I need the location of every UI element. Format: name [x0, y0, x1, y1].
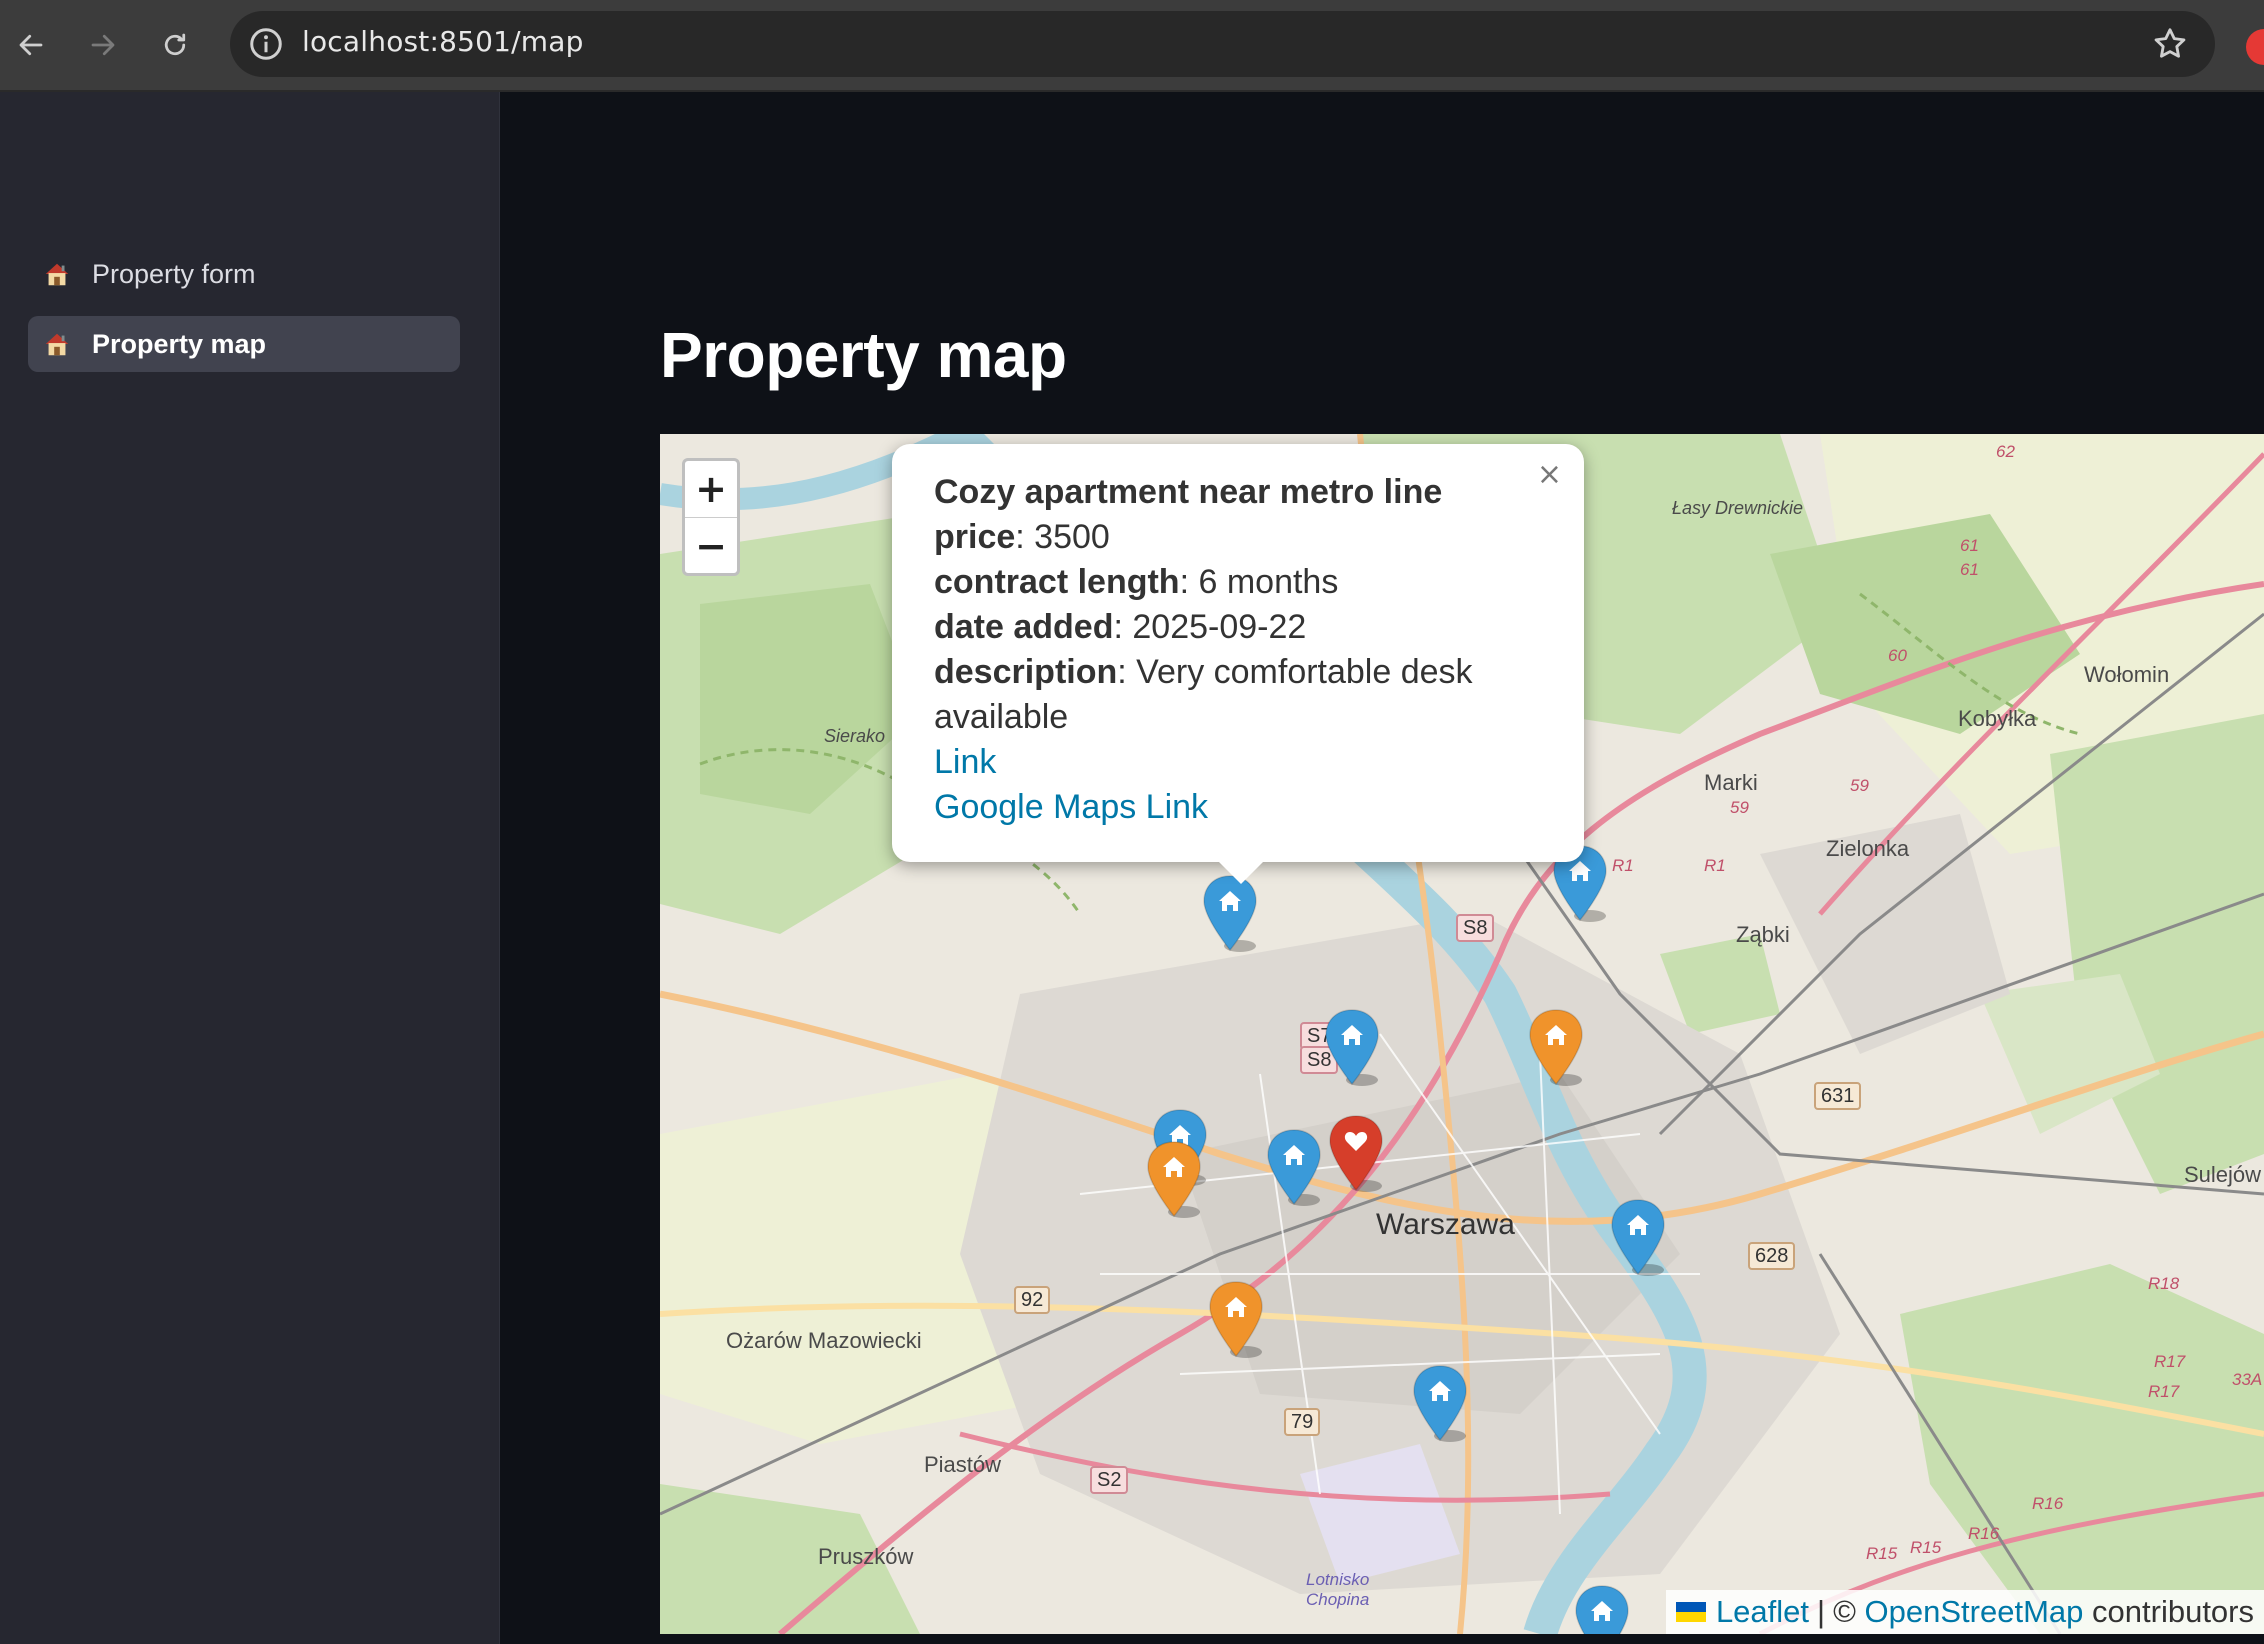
field-value: 6 months — [1198, 563, 1339, 601]
house-icon — [45, 333, 69, 356]
road-label: 33A — [2232, 1370, 2263, 1389]
map-marker[interactable] — [1572, 1584, 1632, 1634]
reload-icon — [164, 33, 186, 56]
osm-link[interactable]: OpenStreetMap — [1865, 1590, 2084, 1634]
road-label: R17 — [2148, 1382, 2180, 1401]
road-label: 60 — [1888, 646, 1907, 665]
road-label: 61 — [1960, 536, 1979, 555]
back-button[interactable] — [8, 22, 54, 68]
map-marker[interactable] — [1322, 1008, 1382, 1088]
road-label: 59 — [1850, 776, 1869, 795]
road-label: R16 — [1968, 1524, 2000, 1543]
road-label: R18 — [2148, 1274, 2180, 1293]
sidebar-item-property-form[interactable]: Property form — [28, 246, 460, 302]
map-label: Warszawa — [1376, 1208, 1515, 1241]
field-key: contract length — [934, 563, 1180, 601]
map-label: Łasy Drewnickie — [1672, 498, 1804, 518]
map-label: Marki — [1704, 770, 1758, 795]
field-key: date added — [934, 608, 1114, 646]
ukraine-flag-icon — [1675, 1602, 1706, 1622]
road-shield: 631 — [1814, 1082, 1862, 1110]
field-key: price — [934, 518, 1016, 556]
map-marker[interactable] — [1326, 1114, 1386, 1194]
reload-button[interactable] — [152, 22, 198, 68]
map-marker[interactable] — [1200, 874, 1260, 954]
zoom-control: + − — [682, 458, 740, 576]
popup-tip — [1217, 860, 1265, 884]
map-label: Wołomin — [2084, 662, 2170, 687]
sidebar-item-label: Property map — [92, 328, 267, 359]
map-marker[interactable] — [1608, 1198, 1668, 1278]
road-label: 62 — [1996, 442, 2015, 461]
map-marker[interactable] — [1526, 1008, 1586, 1088]
map-label: Sierako — [824, 726, 886, 746]
map-marker[interactable] — [1206, 1280, 1266, 1360]
road-shield: S2 — [1090, 1466, 1129, 1494]
attribution-contributors: contributors — [2092, 1594, 2254, 1629]
arrow-right-icon — [91, 34, 115, 56]
popup-link[interactable]: Link — [934, 740, 1544, 785]
popup-field-date-added: date added: 2025-09-22 — [934, 608, 1307, 646]
map-marker[interactable] — [1264, 1128, 1324, 1208]
road-label: R1 — [1704, 856, 1726, 875]
field-value: 2025-09-22 — [1132, 608, 1307, 646]
sidebar-item-label: Property form — [92, 258, 256, 289]
popup-title: Cozy apartment near metro line — [934, 473, 1443, 511]
map-label: Ząbki — [1736, 922, 1790, 947]
attribution-separator: | — [1817, 1594, 1826, 1629]
map-marker[interactable] — [1410, 1364, 1470, 1444]
road-shield: 628 — [1748, 1242, 1796, 1270]
star-icon[interactable] — [2151, 25, 2189, 63]
popup-field-price: price: 3500 — [934, 518, 1110, 556]
page-title: Property map — [660, 319, 1067, 391]
map-attribution: Leaflet | © OpenStreetMap contributors — [1665, 1590, 2264, 1634]
popup-field-contract-length: contract length: 6 months — [934, 563, 1339, 601]
browser-toolbar: localhost:8501/map — [0, 0, 2264, 92]
info-icon[interactable] — [248, 26, 284, 62]
arrow-left-icon — [19, 34, 43, 56]
road-shield: 92 — [1014, 1286, 1051, 1314]
sidebar-item-property-map[interactable]: Property map — [28, 316, 460, 372]
extension-icon[interactable] — [2246, 29, 2264, 65]
road-label: R1 — [1612, 856, 1634, 875]
zoom-out-button[interactable]: − — [685, 518, 737, 574]
field-value: 3500 — [1034, 518, 1110, 556]
popup-google-maps-link[interactable]: Google Maps Link — [934, 785, 1544, 830]
url-text[interactable]: localhost:8501/map — [302, 25, 584, 58]
close-icon[interactable]: × — [1537, 452, 1562, 497]
road-label: R16 — [2032, 1494, 2064, 1513]
map-label: Lotnisko Chopina — [1306, 1570, 1370, 1609]
sidebar: Property form Property map — [0, 92, 500, 1644]
attribution-copyright: © — [1833, 1594, 1856, 1629]
map-label: Zielonka — [1826, 836, 1910, 861]
marker-popup: × Cozy apartment near metro line price: … — [892, 444, 1584, 862]
map-label: Pruszków — [818, 1544, 914, 1569]
road-label: 59 — [1730, 798, 1749, 817]
road-shield: 79 — [1284, 1408, 1321, 1436]
road-label: R15 — [1910, 1538, 1942, 1557]
forward-button[interactable] — [80, 22, 126, 68]
map-marker[interactable] — [1144, 1140, 1204, 1220]
map-label: Piastów — [924, 1452, 1002, 1477]
road-label: 61 — [1960, 560, 1979, 579]
road-label: R17 — [2154, 1352, 2186, 1371]
leaflet-link[interactable]: Leaflet — [1716, 1590, 1809, 1634]
map-label: Ożarów Mazowiecki — [726, 1328, 922, 1353]
map-label: Sulejów — [2184, 1162, 2262, 1187]
road-shield: S8 — [1456, 914, 1495, 942]
popup-field-description: description: Very comfortable desk avail… — [934, 653, 1473, 736]
house-icon — [45, 263, 69, 286]
address-bar[interactable]: localhost:8501/map — [230, 11, 2215, 77]
map[interactable]: Łasy Drewnickie Wołomin Kobyłka Marki Zi… — [660, 434, 2264, 1634]
map-label: Kobyłka — [1958, 706, 2037, 731]
zoom-in-button[interactable]: + — [685, 461, 737, 518]
road-label: R15 — [1866, 1544, 1898, 1563]
field-key: description — [934, 653, 1118, 691]
